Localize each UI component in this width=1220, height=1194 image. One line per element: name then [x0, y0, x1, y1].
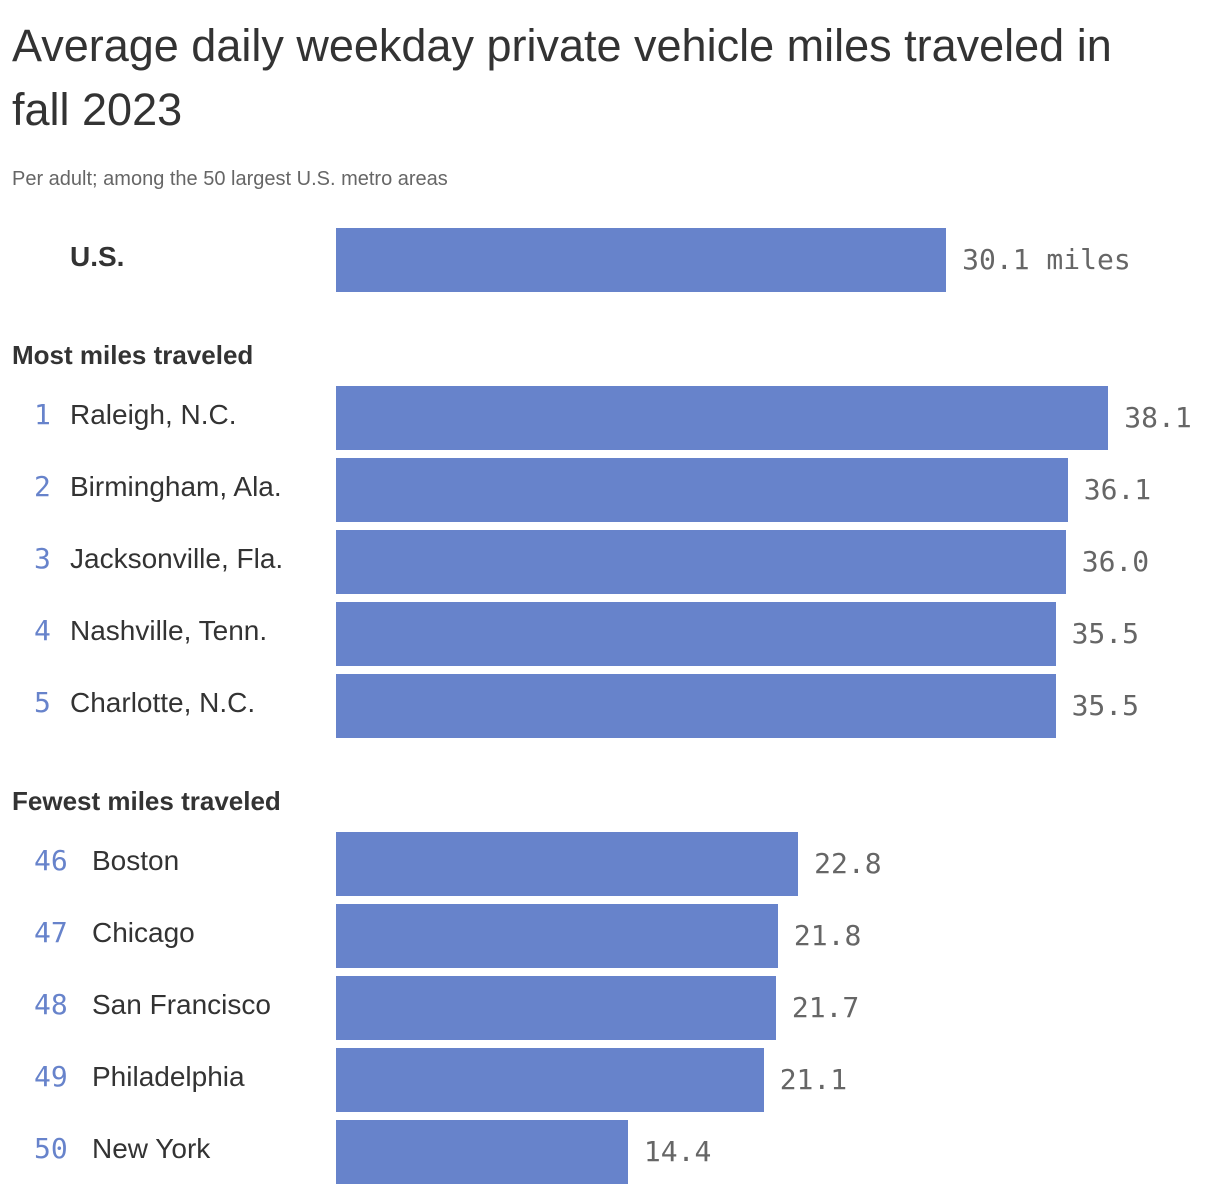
category-label: New York	[92, 1133, 211, 1164]
value-label: 36.1	[1083, 473, 1152, 506]
rank-label: 49	[34, 1060, 68, 1093]
rank-label: 48	[34, 988, 68, 1021]
category-label: Raleigh, N.C.	[70, 399, 237, 430]
rank-label: 2	[34, 470, 51, 503]
chart-title: Average daily weekday private vehicle mi…	[12, 20, 1112, 135]
bar	[336, 458, 1068, 522]
bar	[336, 602, 1056, 666]
rank-label: 50	[34, 1132, 68, 1165]
rank-label: 46	[34, 844, 68, 877]
value-label: 14.4	[643, 1135, 712, 1168]
bar	[336, 674, 1056, 738]
rank-label: 47	[34, 916, 68, 949]
bar-row: 5 Charlotte, N.C. 35.5	[0, 674, 1220, 738]
bar-row: 3 Jacksonville, Fla. 36.0	[0, 530, 1220, 594]
bar-row: 49 Philadelphia 21.1	[0, 1048, 1220, 1112]
bar	[336, 386, 1109, 450]
bar-row: 46 Boston 22.8	[0, 832, 1220, 896]
bar	[336, 530, 1066, 594]
category-label: Jacksonville, Fla.	[70, 543, 284, 574]
value-label: 38.1	[1124, 401, 1192, 434]
bar-row: 50 New York 14.4	[0, 1120, 1220, 1184]
rank-label: 3	[34, 542, 51, 575]
value-label: 35.5	[1071, 689, 1140, 722]
us-row: U.S. 30.1 miles	[0, 228, 1220, 292]
chart-subtitle: Per adult; among the 50 largest U.S. met…	[12, 168, 448, 190]
category-label: Philadelphia	[92, 1061, 245, 1092]
category-label: Birmingham, Ala.	[70, 471, 282, 502]
category-label: Chicago	[92, 917, 195, 948]
section-heading: Most miles traveled	[12, 340, 254, 370]
value-label: 35.5	[1071, 617, 1140, 650]
rank-label: 1	[34, 398, 51, 431]
bar	[336, 904, 778, 968]
value-label: 30.1 miles	[962, 243, 1131, 276]
category-label: Boston	[92, 845, 180, 876]
bar-row: 1 Raleigh, N.C. 38.1	[0, 386, 1220, 450]
rank-label: 5	[34, 686, 51, 719]
bar	[336, 1120, 628, 1184]
bar	[336, 228, 947, 292]
bar	[336, 976, 776, 1040]
value-label: 21.8	[793, 919, 862, 952]
value-label: 22.8	[814, 847, 882, 880]
bar	[336, 1048, 764, 1112]
bar-row: 2 Birmingham, Ala. 36.1	[0, 458, 1220, 522]
value-label: 21.7	[791, 991, 860, 1024]
value-label: 36.0	[1081, 545, 1150, 578]
bar-row: 4 Nashville, Tenn. 35.5	[0, 602, 1220, 666]
bar-row: 48 San Francisco 21.7	[0, 976, 1220, 1040]
section-heading: Fewest miles traveled	[12, 786, 281, 816]
value-label: 21.1	[779, 1063, 848, 1096]
bar	[336, 832, 799, 896]
category-label: San Francisco	[92, 989, 271, 1020]
category-label: Charlotte, N.C.	[70, 687, 256, 718]
category-label: Nashville, Tenn.	[70, 615, 268, 646]
bar-row: 47 Chicago 21.8	[0, 904, 1220, 968]
category-label: U.S.	[70, 241, 125, 272]
rank-label: 4	[34, 614, 51, 647]
